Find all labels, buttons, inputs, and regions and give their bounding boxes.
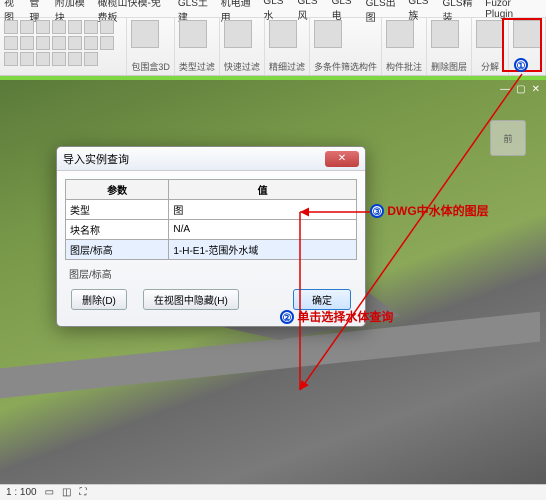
ribbon-label: 精细过滤 (269, 60, 305, 73)
menu-item[interactable]: Fuzor Plugin (485, 0, 534, 20)
tool-icon[interactable] (84, 52, 98, 66)
dialog-titlebar[interactable]: 导入实例查询 ✕ (57, 147, 365, 171)
ribbon-label: 包围盒3D (131, 60, 170, 73)
tool-icon[interactable] (36, 20, 50, 34)
status-icon[interactable]: ▭ (45, 487, 54, 498)
annotation-text: 单击选择水体查询 (297, 310, 393, 324)
ribbon-label: 快速过滤 (224, 60, 260, 73)
cell-param: 类型 (66, 200, 169, 220)
tool-icon[interactable] (20, 36, 34, 50)
statusbar: 1 : 100 ▭ ◫ ⛶ (0, 484, 546, 500)
tool-icon[interactable] (52, 52, 66, 66)
maximize-icon[interactable]: ▢ (516, 84, 525, 95)
ok-button[interactable]: 确定 (293, 289, 351, 310)
close-icon[interactable]: ✕ (532, 84, 540, 95)
tool-icon[interactable] (4, 52, 18, 66)
tool-icon[interactable] (20, 20, 34, 34)
explode-icon[interactable] (476, 20, 504, 48)
annotation-1: ① (514, 58, 528, 72)
annotation-text: DWG中水体的图层 (387, 204, 488, 218)
params-table: 参数值 类型图 块名称N/A 图层/标高1-H-E1-范围外水域 (65, 179, 357, 260)
viewport-3d[interactable]: — ▢ ✕ 前 导入实例查询 ✕ 参数值 类型图 块名称N/A 图层/标高1-H… (0, 80, 546, 484)
tool-icon[interactable] (84, 36, 98, 50)
subhead-label: 图层/标高 (69, 266, 357, 281)
cell-value: 1-H-E1-范围外水域 (169, 240, 357, 260)
tool-icon[interactable] (84, 20, 98, 34)
cell-param: 图层/标高 (66, 240, 169, 260)
table-row[interactable]: 块名称N/A (66, 220, 357, 240)
typefilter-icon[interactable] (179, 20, 207, 48)
annotate-icon[interactable] (386, 20, 414, 48)
hide-in-view-button[interactable]: 在视图中隐藏(H) (143, 289, 239, 310)
multicond-icon[interactable] (314, 20, 342, 48)
dialog-close-button[interactable]: ✕ (325, 151, 359, 167)
menubar: 视图 管理 附加模块 橄榄山快模-免费板 GLS土建 机电通用 GLS水 GLS… (0, 0, 546, 18)
cell-param: 块名称 (66, 220, 169, 240)
box3d-icon[interactable] (131, 20, 159, 48)
tool-icon[interactable] (4, 20, 18, 34)
ribbon-label: 类型过滤 (179, 60, 215, 73)
status-icon[interactable]: ⛶ (80, 487, 87, 498)
status-icon[interactable]: ◫ (62, 487, 71, 498)
tool-icon[interactable] (100, 36, 114, 50)
tool-icon[interactable] (36, 52, 50, 66)
view-window-controls: — ▢ ✕ (500, 84, 540, 95)
view-cube[interactable]: 前 (490, 120, 526, 156)
cell-value: 图 (169, 200, 357, 220)
cell-value: N/A (169, 220, 357, 240)
quickfilter-icon[interactable] (224, 20, 252, 48)
annotation-number: ③ (370, 204, 384, 218)
scale-label[interactable]: 1 : 100 (6, 487, 37, 498)
tool-icon[interactable] (52, 20, 66, 34)
tool-icon[interactable] (4, 36, 18, 50)
tool-icon[interactable] (68, 20, 82, 34)
tool-icon[interactable] (68, 36, 82, 50)
tool-icon[interactable] (68, 52, 82, 66)
tool-icon[interactable] (20, 52, 34, 66)
ribbon: 包围盒3D 类型过滤 快速过滤 精细过滤 多条件筛选构件 构件批注 删除图层 分… (0, 18, 546, 76)
dialog-title-text: 导入实例查询 (63, 151, 129, 167)
tool-icon[interactable] (52, 36, 66, 50)
import-instance-query-dialog: 导入实例查询 ✕ 参数值 类型图 块名称N/A 图层/标高1-H-E1-范围外水… (56, 146, 366, 327)
deletelayer-icon[interactable] (431, 20, 459, 48)
minimize-icon[interactable]: — (500, 84, 510, 95)
annotation-number: ② (280, 310, 294, 324)
tool-icon[interactable] (36, 36, 50, 50)
ribbon-label: 多条件筛选构件 (314, 60, 377, 73)
th-value: 值 (169, 180, 357, 200)
annotation-3: ③ DWG中水体的图层 (370, 202, 489, 219)
tool-icon[interactable] (100, 20, 114, 34)
delete-button[interactable]: 删除(D) (71, 289, 127, 310)
annotation-2: ② 单击选择水体查询 (280, 308, 393, 325)
table-row[interactable]: 图层/标高1-H-E1-范围外水域 (66, 240, 357, 260)
th-param: 参数 (66, 180, 169, 200)
ribbon-label: 构件批注 (386, 60, 422, 73)
table-row[interactable]: 类型图 (66, 200, 357, 220)
annotation-number: ① (514, 58, 528, 72)
ribbon-label: 分解 (476, 60, 504, 73)
finefilter-icon[interactable] (269, 20, 297, 48)
ribbon-label: 删除图层 (431, 60, 467, 73)
